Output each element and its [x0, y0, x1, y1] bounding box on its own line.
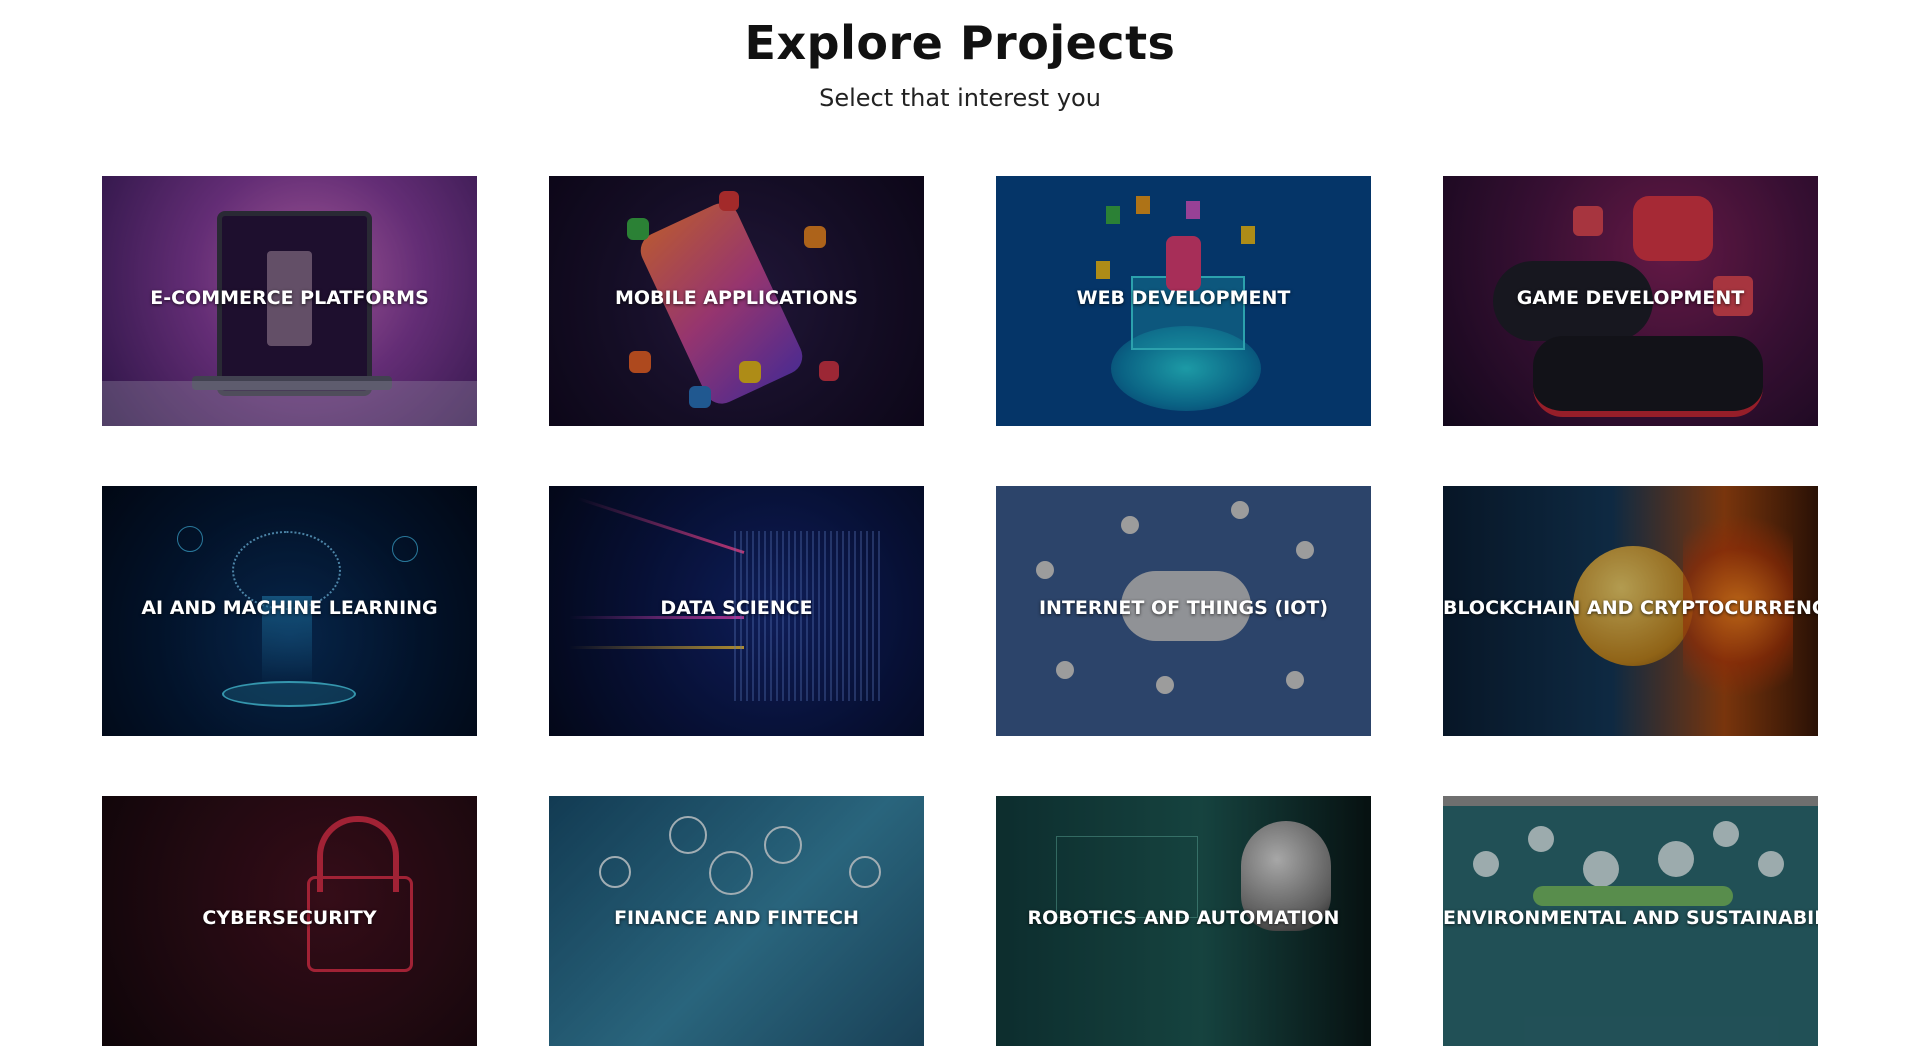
card-label: MOBILE APPLICATIONS [615, 287, 858, 309]
card-finance-and-fintech[interactable]: FINANCE AND FINTECH [549, 796, 924, 1046]
page-title: Explore Projects [744, 16, 1176, 70]
project-category-grid: E-COMMERCE PLATFORMS MOBILE APPLICATIONS [102, 176, 1818, 1046]
page-subtitle: Select that interest you [819, 84, 1101, 112]
card-label: E-COMMERCE PLATFORMS [150, 287, 429, 309]
card-label: WEB DEVELOPMENT [1076, 287, 1291, 309]
card-label: BLOCKCHAIN AND CRYPTOCURRENCY [1443, 597, 1818, 619]
card-ai-and-machine-learning[interactable]: AI AND MACHINE LEARNING [102, 486, 477, 736]
card-data-science[interactable]: DATA SCIENCE [549, 486, 924, 736]
card-cybersecurity[interactable]: CYBERSECURITY [102, 796, 477, 1046]
card-web-development[interactable]: WEB DEVELOPMENT [996, 176, 1371, 426]
card-label: INTERNET OF THINGS (IOT) [1038, 597, 1329, 619]
card-e-commerce-platforms[interactable]: E-COMMERCE PLATFORMS [102, 176, 477, 426]
card-blockchain-and-cryptocurrency[interactable]: BLOCKCHAIN AND CRYPTOCURRENCY [1443, 486, 1818, 736]
card-environmental-and-sustainability[interactable]: ENVIRONMENTAL AND SUSTAINABILITY [1443, 796, 1818, 1046]
card-internet-of-things-iot[interactable]: INTERNET OF THINGS (IOT) [996, 486, 1371, 736]
card-label: GAME DEVELOPMENT [1516, 287, 1745, 309]
card-label: CYBERSECURITY [202, 907, 377, 929]
card-label: DATA SCIENCE [660, 597, 813, 619]
card-robotics-and-automation[interactable]: ROBOTICS AND AUTOMATION [996, 796, 1371, 1046]
card-label: ROBOTICS AND AUTOMATION [1027, 907, 1340, 929]
card-mobile-applications[interactable]: MOBILE APPLICATIONS [549, 176, 924, 426]
card-label: FINANCE AND FINTECH [614, 907, 859, 929]
card-label: AI AND MACHINE LEARNING [141, 597, 438, 619]
card-game-development[interactable]: GAME DEVELOPMENT [1443, 176, 1818, 426]
card-label: ENVIRONMENTAL AND SUSTAINABILITY [1443, 907, 1818, 929]
